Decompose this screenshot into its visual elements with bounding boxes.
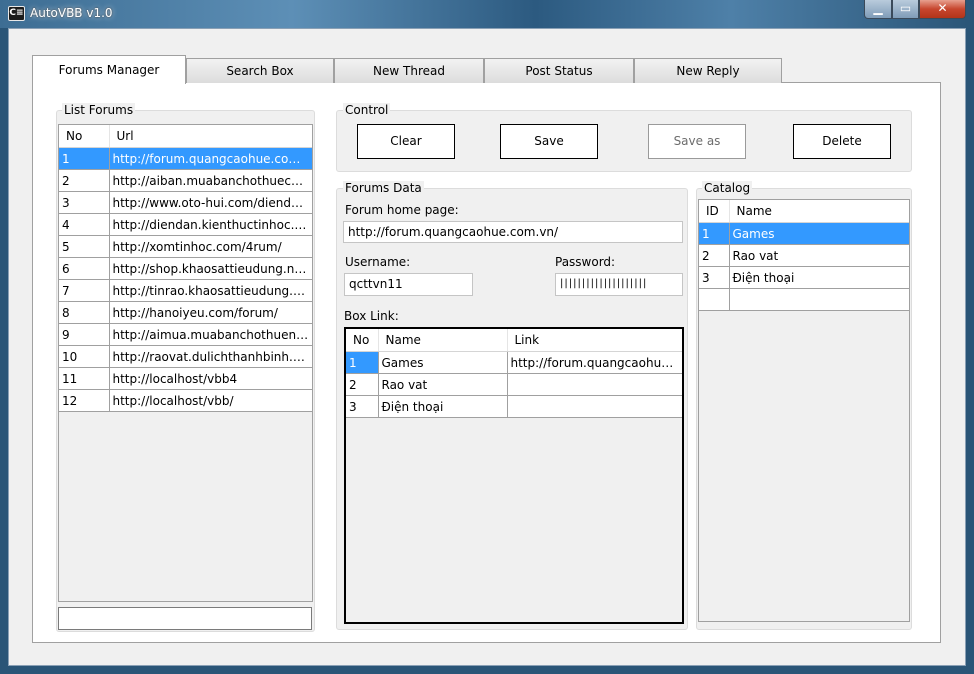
column-header-id[interactable]: ID — [699, 200, 730, 223]
table-row[interactable]: 5 http://xomtinhoc.com/4rum/ — [59, 235, 312, 258]
cell-no: 9 — [59, 323, 110, 346]
maximize-button[interactable]: ▭ — [892, 0, 919, 19]
cell-id: 3 — [699, 266, 730, 289]
cell-url: http://tinrao.khaosattieudung.com/ — [109, 279, 312, 302]
forums-data-title: Forums Data — [343, 181, 424, 195]
cell-url: http://forum.quangcaohue.com.vn/ — [109, 147, 312, 170]
column-header-no[interactable]: No — [346, 329, 379, 352]
table-row[interactable]: 3 Điện thoại — [699, 266, 909, 289]
cell-url: http://diendan.kienthuctinhoc.net/ — [109, 213, 312, 236]
cell-name: Games — [378, 351, 508, 374]
home-page-label: Forum home page: — [345, 203, 459, 217]
table-row[interactable]: 8 http://hanoiyeu.com/forum/ — [59, 301, 312, 324]
cell-link — [507, 395, 682, 418]
forum-filter-input[interactable] — [58, 607, 312, 630]
tab-post-status[interactable]: Post Status — [484, 58, 634, 83]
table-row[interactable]: 4 http://diendan.kienthuctinhoc.net/ — [59, 213, 312, 236]
app-icon: C≡ — [8, 6, 25, 21]
table-row[interactable] — [699, 288, 909, 311]
cell-name: Điện thoại — [729, 266, 909, 289]
cell-url: http://www.oto-hui.com/diendan/ — [109, 191, 312, 214]
cell-link: http://forum.quangcaohue.com.vn/ — [507, 351, 682, 374]
table-row[interactable]: 1 http://forum.quangcaohue.com.vn/ — [59, 147, 312, 170]
table-row[interactable]: 3 Điện thoại — [346, 395, 682, 418]
cell-url: http://shop.khaosattieudung.net/ — [109, 257, 312, 280]
clear-button[interactable]: Clear — [357, 124, 455, 159]
table-row[interactable]: 2http://aiban.muabanchothuecanho.com/ — [59, 169, 312, 192]
cell-link — [507, 373, 682, 396]
cell-no: 6 — [59, 257, 110, 280]
column-header-url[interactable]: Url — [109, 125, 312, 148]
cell-url: http://raovat.dulichthanhbinh.net/ — [109, 345, 312, 368]
table-row[interactable]: 9http://aimua.muabanchothuenhadat.com/ — [59, 323, 312, 346]
table-row[interactable]: 12 http://localhost/vbb/ — [59, 389, 312, 412]
delete-button[interactable]: Delete — [793, 124, 891, 159]
save-as-button[interactable]: Save as — [648, 124, 746, 159]
column-header-name[interactable]: Name — [729, 200, 909, 223]
tab-new-thread[interactable]: New Thread — [334, 58, 484, 83]
cell-name: Rao vat — [378, 373, 508, 396]
cell-no: 7 — [59, 279, 110, 302]
home-page-input[interactable]: http://forum.quangcaohue.com.vn/ — [343, 221, 683, 243]
control-title: Control — [343, 103, 391, 117]
cell-id — [699, 288, 730, 311]
cell-no: 2 — [59, 169, 110, 192]
cell-no: 1 — [59, 147, 110, 170]
cell-url: http://aiban.muabanchothuecanho.com/ — [109, 169, 312, 192]
cell-no: 12 — [59, 389, 110, 412]
tab-search-box[interactable]: Search Box — [186, 58, 334, 83]
table-row[interactable]: 2 Rao vat — [699, 244, 909, 267]
catalog-grid[interactable]: ID Name 1 Games 2 Rao vat 3 Điện thoại — [698, 199, 910, 622]
list-forums-title: List Forums — [62, 103, 136, 117]
catalog-title: Catalog — [702, 181, 753, 195]
cell-url: http://xomtinhoc.com/4rum/ — [109, 235, 312, 258]
cell-no: 3 — [59, 191, 110, 214]
table-row[interactable]: 10 http://raovat.dulichthanhbinh.net/ — [59, 345, 312, 368]
cell-name: Rao vat — [729, 244, 909, 267]
cell-name — [729, 288, 909, 311]
tab-forums-manager[interactable]: Forums Manager — [32, 55, 186, 84]
table-row[interactable]: 2 Rao vat — [346, 373, 682, 396]
cell-url: http://localhost/vbb4 — [109, 367, 312, 390]
cell-no: 11 — [59, 367, 110, 390]
close-button[interactable]: ✕ — [919, 0, 966, 19]
cell-name: Games — [729, 222, 909, 245]
box-link-grid[interactable]: No Name Link 1 Games http://forum.quangc… — [344, 327, 684, 624]
password-label: Password: — [555, 255, 616, 269]
cell-no: 4 — [59, 213, 110, 236]
minimize-button[interactable]: ▁ — [864, 0, 892, 19]
table-row[interactable]: 6 http://shop.khaosattieudung.net/ — [59, 257, 312, 280]
cell-name: Điện thoại — [378, 395, 508, 418]
table-row[interactable]: 1 Games — [699, 222, 909, 245]
column-header-name[interactable]: Name — [378, 329, 508, 352]
column-header-no[interactable]: No — [59, 125, 110, 148]
cell-url: http://aimua.muabanchothuenhadat.com/ — [109, 323, 312, 346]
table-row[interactable]: 11 http://localhost/vbb4 — [59, 367, 312, 390]
save-button[interactable]: Save — [500, 124, 598, 159]
username-input[interactable]: qcttvn11 — [344, 273, 473, 296]
box-link-label: Box Link: — [344, 309, 399, 323]
cell-id: 1 — [699, 222, 730, 245]
cell-url: http://localhost/vbb/ — [109, 389, 312, 412]
column-header-link[interactable]: Link — [507, 329, 682, 352]
cell-no: 5 — [59, 235, 110, 258]
cell-id: 2 — [699, 244, 730, 267]
table-row[interactable]: 7 http://tinrao.khaosattieudung.com/ — [59, 279, 312, 302]
username-label: Username: — [345, 255, 411, 269]
cell-no: 3 — [346, 395, 379, 418]
cell-no: 2 — [346, 373, 379, 396]
cell-no: 1 — [346, 351, 379, 374]
password-input[interactable]: |||||||||||||||||||| — [555, 273, 683, 296]
cell-no: 8 — [59, 301, 110, 324]
forums-grid[interactable]: No Url 1 http://forum.quangcaohue.com.vn/… — [58, 124, 313, 602]
tab-new-reply[interactable]: New Reply — [634, 58, 782, 83]
window-title: AutoVBB v1.0 — [30, 6, 113, 20]
cell-url: http://hanoiyeu.com/forum/ — [109, 301, 312, 324]
table-row[interactable]: 3 http://www.oto-hui.com/diendan/ — [59, 191, 312, 214]
table-row[interactable]: 1 Games http://forum.quangcaohue.com.vn/ — [346, 351, 682, 374]
title-bar — [0, 0, 974, 28]
cell-no: 10 — [59, 345, 110, 368]
